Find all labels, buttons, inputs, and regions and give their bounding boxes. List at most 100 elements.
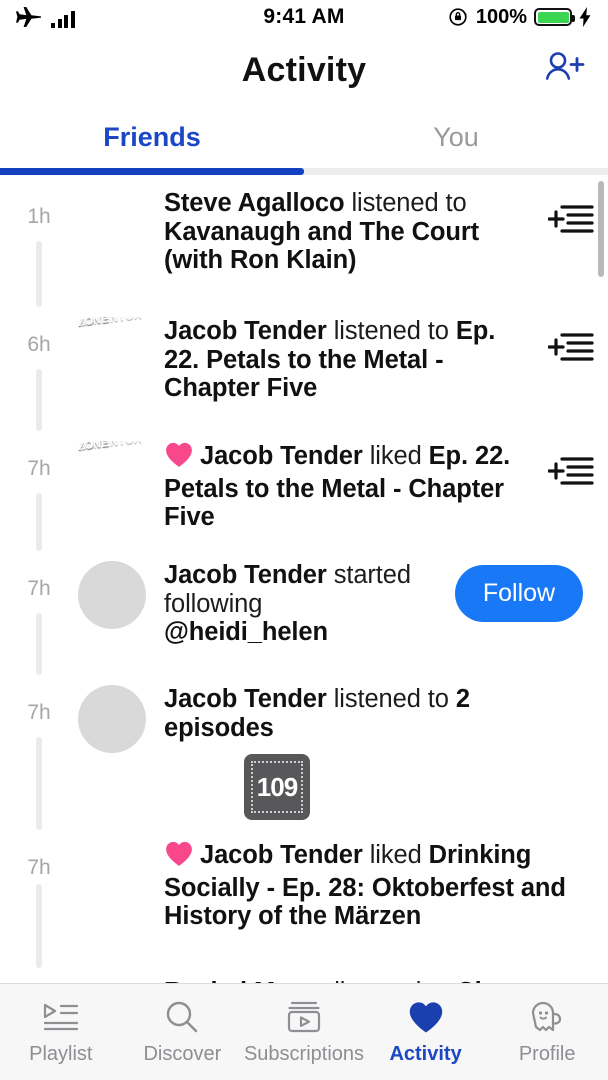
artwork-column: [78, 675, 156, 753]
podcast-artwork-drinking-socially[interactable]: DRINKING SOCIALLY: [164, 754, 230, 820]
podcast-artwork-drinking-socially[interactable]: DRINKING SOCIALLY: [78, 840, 146, 908]
activity-row[interactable]: 6h ADVENTURE ZONE Jacob Tender listened …: [0, 253, 608, 431]
artwork-text-line2: ZONE: [78, 441, 110, 453]
page-title: Activity: [241, 50, 367, 89]
tab-activity-label: Activity: [389, 1043, 462, 1065]
tab-subscriptions-label: Subscriptions: [243, 1043, 365, 1065]
timeline-rail: [36, 746, 42, 826]
timeline-rail: [36, 621, 42, 671]
artwork-column: ADVENTURE ZONE: [78, 431, 156, 509]
activity-text: Jacob Tender listened to 2 episodes DRIN…: [156, 675, 534, 821]
tab-profile[interactable]: Profile: [486, 998, 608, 1066]
podcast-artwork-adventure-zone[interactable]: ADVENTURE ZONE: [78, 317, 146, 385]
profile-ghost-icon: [527, 998, 567, 1036]
activity-verb: listened to: [326, 317, 456, 345]
tab-activity[interactable]: Activity: [365, 998, 487, 1066]
feed-list: 1h STAY TUNED WITH PREET: [0, 175, 608, 990]
avatar[interactable]: [78, 561, 146, 629]
tab-playlist-label: Playlist: [29, 1043, 93, 1065]
activity-object[interactable]: @heidi_helen: [164, 618, 328, 646]
timeline-column: 1h: [0, 179, 78, 307]
add-person-icon[interactable]: [544, 51, 586, 90]
activity-feed[interactable]: 1h STAY TUNED WITH PREET: [0, 175, 608, 990]
segmented-tabs: Friends You: [0, 106, 608, 168]
tab-indicator: [0, 168, 304, 175]
row-action: [534, 307, 608, 369]
actor-name[interactable]: Jacob Tender: [200, 841, 363, 869]
activity-text: Jacob Tender liked Ep. 22. Petals to the…: [156, 431, 534, 532]
follow-button[interactable]: Follow: [454, 565, 584, 622]
tab-friends[interactable]: Friends: [0, 106, 304, 168]
activity-row[interactable]: 7h ADVENTURE ZONE Jacob Tender liked Ep.…: [0, 381, 608, 551]
podcast-artwork-adventure-zone[interactable]: ADVENTURE ZONE: [78, 441, 146, 509]
row-action: [534, 179, 608, 241]
subscriptions-icon: [285, 998, 323, 1036]
artwork-column: ADVENTURE ZONE: [78, 307, 156, 385]
app-screen: 9:41 AM 100% Activity Friends You 1h Ste…: [0, 0, 608, 1080]
activity-row[interactable]: 7h DRINKING SOCIALLY: [0, 746, 608, 968]
status-bar-right: 100%: [447, 6, 592, 29]
tab-discover[interactable]: Discover: [122, 998, 244, 1066]
activity-verb: liked: [362, 841, 429, 869]
row-action: [534, 675, 608, 697]
activity-object[interactable]: Kavanaugh and The Court (with Ron Klain): [164, 218, 479, 275]
timeline-rail: [36, 253, 42, 303]
playlist-icon: [42, 998, 80, 1036]
search-icon: [164, 998, 200, 1036]
timeline-column: 7h: [0, 497, 78, 675]
artwork-text-line2: ZONE: [78, 317, 110, 329]
episode-thumbnails: DRINKING SOCIALLY 109: [164, 754, 534, 821]
lightning-bolt-icon: [579, 7, 591, 27]
activity-text: Jacob Tender started following @heidi_he…: [156, 551, 430, 647]
activity-row[interactable]: 1h STAY TUNED WITH PREET: [0, 179, 608, 307]
artwork-column: DRINKING SOCIALLY: [78, 830, 156, 908]
actor-name[interactable]: Jacob Tender: [164, 561, 327, 589]
timestamp: 7h: [27, 577, 51, 600]
heart-icon: [407, 998, 445, 1036]
row-action: Follow: [430, 551, 608, 622]
podcast-artwork-109[interactable]: 109: [244, 754, 310, 821]
timestamp: 7h: [27, 457, 51, 480]
timeline-rail: [36, 497, 42, 547]
tab-playlist[interactable]: Playlist: [0, 998, 122, 1066]
battery-icon: [534, 8, 575, 26]
tab-you[interactable]: You: [304, 106, 608, 168]
activity-text: Steve Agalloco listened to Kavanaugh and…: [156, 179, 534, 275]
tab-profile-label: Profile: [518, 1043, 576, 1065]
tab-friends-label: Friends: [103, 121, 201, 152]
activity-text: Jacob Tender liked Drinking Socially - E…: [156, 830, 608, 931]
tab-discover-label: Discover: [143, 1043, 222, 1065]
activity-row[interactable]: 7h Jacob Tender listened to 2 episodes 1…: [0, 621, 608, 830]
avatar[interactable]: [78, 685, 146, 753]
timestamp: 1h: [27, 205, 51, 228]
activity-row[interactable]: 7h Jacob Tender started following @heidi…: [0, 497, 608, 675]
artwork-column: [78, 551, 156, 629]
bottom-tab-bar: Playlist Discover Subscriptions Activity…: [0, 983, 608, 1080]
activity-verb: liked: [362, 442, 429, 470]
artwork-column: STAY TUNED WITH PREET: [78, 179, 156, 257]
artwork-text-line1: 109: [256, 771, 298, 802]
actor-name[interactable]: Jacob Tender: [164, 685, 327, 713]
tab-subscriptions[interactable]: Subscriptions: [243, 998, 365, 1066]
activity-text: Jacob Tender listened to Ep. 22. Petals …: [156, 307, 534, 403]
timeline-column: 7h: [0, 621, 78, 830]
rotation-lock-icon: [449, 8, 467, 26]
actor-name[interactable]: Steve Agalloco: [164, 189, 345, 217]
timeline-column: 7h: [0, 381, 78, 551]
add-to-playlist-icon[interactable]: [548, 329, 594, 369]
add-to-playlist-icon[interactable]: [548, 453, 594, 493]
timeline-rail: [36, 381, 42, 427]
liked-heart-icon: [164, 840, 194, 874]
activity-verb: listened to: [326, 685, 456, 713]
timeline-rail: [36, 884, 42, 964]
status-bar: 9:41 AM 100%: [0, 0, 608, 34]
podcast-artwork-stay-tuned[interactable]: STAY TUNED WITH PREET: [78, 189, 146, 257]
activity-verb: listened to: [344, 189, 467, 217]
actor-name[interactable]: Jacob Tender: [164, 317, 327, 345]
timestamp: 7h: [27, 701, 51, 724]
timestamp: 6h: [27, 333, 51, 356]
row-action: [534, 431, 608, 493]
actor-name[interactable]: Jacob Tender: [200, 442, 363, 470]
liked-heart-icon: [164, 441, 194, 475]
add-to-playlist-icon[interactable]: [548, 201, 594, 241]
